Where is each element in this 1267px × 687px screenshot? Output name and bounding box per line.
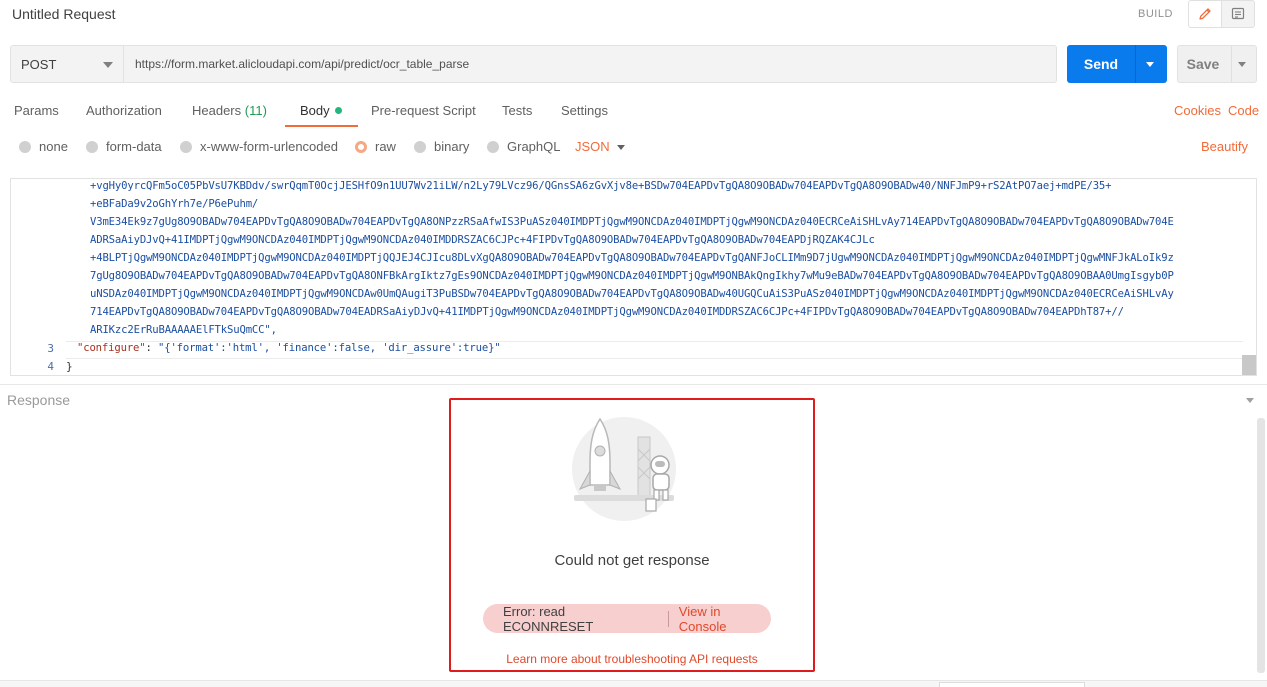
pane-divider[interactable] <box>0 384 1267 385</box>
send-options-caret-icon[interactable] <box>1146 62 1154 67</box>
tab-pre-request-script[interactable]: Pre-request Script <box>371 103 476 118</box>
pencil-icon <box>1199 8 1211 20</box>
tab-headers[interactable]: Headers (11) <box>192 103 267 118</box>
radio-circle <box>180 140 192 153</box>
code-line: 714EAPDvTgQA8O9OBADw704EAPDvTgQA8O9OBADw… <box>90 306 1124 318</box>
line-number: 4 <box>47 360 54 373</box>
radio-label: raw <box>375 139 396 154</box>
body-indicator-dot <box>334 107 342 114</box>
radio-circle-selected <box>355 140 367 153</box>
radio-form-data[interactable]: form-data <box>86 139 162 154</box>
request-title[interactable]: Untitled Request <box>12 6 116 22</box>
tab-headers-label: Headers <box>192 103 242 118</box>
radio-label: none <box>39 139 68 154</box>
radio-none[interactable]: none <box>19 139 68 154</box>
code-line: +eBFaDa9v2oGhYrh7e/P6ePuhm/ <box>90 198 259 210</box>
active-tab-underline <box>285 125 358 127</box>
collapse-caret-icon[interactable] <box>1246 398 1254 403</box>
send-divider <box>1135 45 1136 83</box>
code-link[interactable]: Code <box>1228 103 1259 118</box>
status-bar-field[interactable] <box>939 682 1085 687</box>
tab-body[interactable]: Body <box>300 103 342 118</box>
line-number: 3 <box>47 342 54 355</box>
code-line: +4BLPTjQgwM9ONCDAz040IMDPTjQgwM9ONCDAz04… <box>90 252 1174 264</box>
body-code-editor[interactable]: 3 4 +vgHy0yrcQFm5oC05PbVsU7KBDdv/swrQqmT… <box>10 178 1257 376</box>
request-title-bar: Untitled Request BUILD <box>0 0 1267 30</box>
radio-circle <box>487 140 499 153</box>
tab-settings[interactable]: Settings <box>561 103 608 118</box>
tab-params[interactable]: Params <box>14 103 59 118</box>
build-label: BUILD <box>1138 8 1173 20</box>
url-input[interactable]: https://form.market.alicloudapi.com/api/… <box>124 45 1057 83</box>
code-line: ARIKzc2ErRuBAAAAAElFTkSuQmCC", <box>90 324 277 336</box>
body-type-selector: none form-data x-www-form-urlencoded raw… <box>0 137 1267 159</box>
request-tabs: Params Authorization Headers (11) Body P… <box>0 96 1267 128</box>
document-icon <box>1231 7 1245 20</box>
json-string: "{'format':'html', 'finance':false, 'dir… <box>157 342 501 354</box>
code-line: uNSDAz040IMDPTjQgwM9ONCDAz040IMDPTjQgwM9… <box>90 288 1174 300</box>
code-line: +vgHy0yrcQFm5oC05PbVsU7KBDdv/swrQqmT0Ocj… <box>90 180 1112 192</box>
code-line: V3mE34Ek9z7gUg8O9OBADw704EAPDvTgQA8O9OBA… <box>90 216 1174 228</box>
json-colon: : <box>145 342 158 354</box>
chevron-down-icon[interactable] <box>617 145 625 150</box>
send-label: Send <box>1083 56 1119 72</box>
code-line-configure: "configure": "{'format':'html', 'finance… <box>77 342 501 354</box>
tab-body-label: Body <box>300 103 330 118</box>
radio-binary[interactable]: binary <box>414 139 469 154</box>
radio-label: GraphQL <box>507 139 561 154</box>
save-divider <box>1231 46 1232 82</box>
edit-mode-button[interactable] <box>1188 0 1222 28</box>
radio-label: x-www-form-urlencoded <box>200 139 338 154</box>
url-value: https://form.market.alicloudapi.com/api/… <box>135 57 470 71</box>
radio-graphql[interactable]: GraphQL <box>487 139 560 154</box>
radio-x-www-form-urlencoded[interactable]: x-www-form-urlencoded <box>180 139 338 154</box>
raw-format-select[interactable]: JSON <box>575 139 610 154</box>
response-scrollbar[interactable] <box>1257 418 1265 673</box>
method-select[interactable]: POST <box>10 45 124 83</box>
send-button[interactable]: Send <box>1067 45 1167 83</box>
line-number-gutter: 3 4 <box>11 179 66 375</box>
method-value: POST <box>21 56 57 72</box>
code-line: ADRSaAiyDJvQ+41IMDPTjQgwM9ONCDAz040IMDPT… <box>90 234 875 246</box>
tab-headers-count: (11) <box>244 103 267 118</box>
radio-raw[interactable]: raw <box>355 139 396 154</box>
cookies-link[interactable]: Cookies <box>1174 103 1221 118</box>
radio-circle <box>19 140 31 153</box>
closing-brace: } <box>66 360 73 373</box>
code-line: 7gUg8O9OBADw704EAPDvTgQA8O9OBADw704EAPDv… <box>90 270 1174 282</box>
save-button[interactable]: Save <box>1177 45 1257 83</box>
documentation-mode-button[interactable] <box>1221 0 1255 28</box>
tab-authorization[interactable]: Authorization <box>86 103 162 118</box>
editor-scrollbar-thumb[interactable] <box>1242 355 1256 375</box>
radio-circle <box>86 140 98 153</box>
chevron-down-icon <box>103 62 113 68</box>
radio-label: form-data <box>106 139 162 154</box>
response-title: Response <box>7 392 71 408</box>
tab-tests[interactable]: Tests <box>502 103 532 118</box>
radio-circle <box>414 140 426 153</box>
annotation-highlight-box <box>449 398 815 672</box>
radio-label: binary <box>434 139 470 154</box>
save-label: Save <box>1186 56 1220 72</box>
save-options-caret-icon[interactable] <box>1238 62 1246 67</box>
beautify-link[interactable]: Beautify <box>1201 139 1248 154</box>
json-key: "configure" <box>77 342 146 354</box>
